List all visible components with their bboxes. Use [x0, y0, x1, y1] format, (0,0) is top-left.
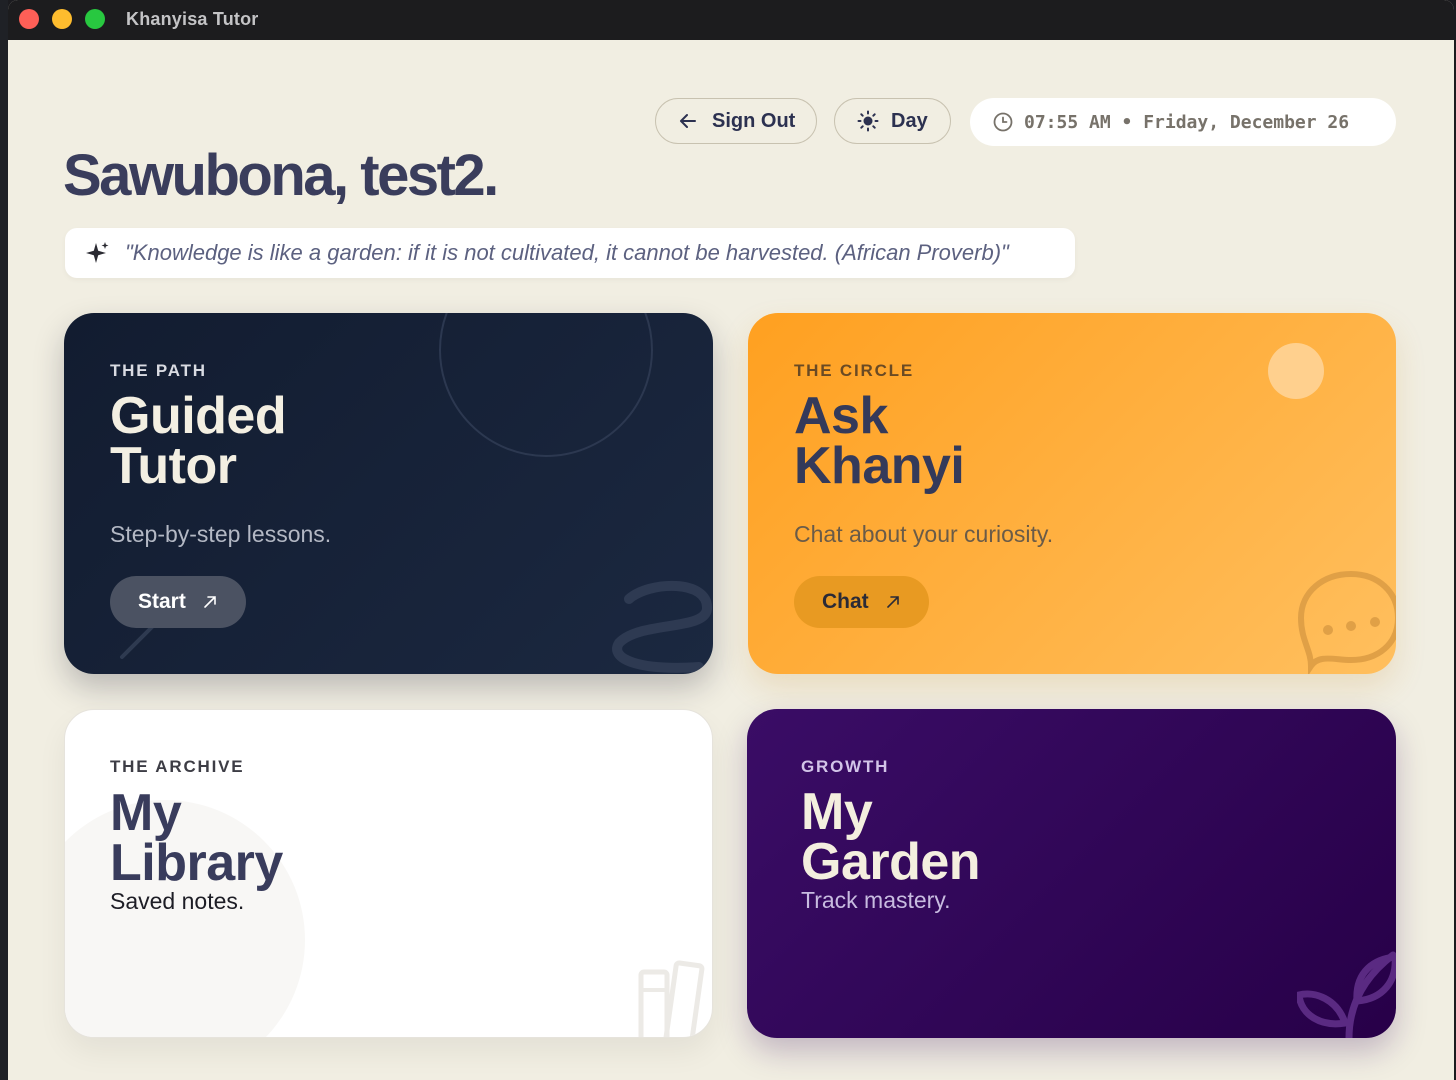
app-window: Khanyisa Tutor Sign Out Day 07:55 AM • F…	[8, 0, 1454, 1080]
card-subtitle: Track mastery.	[801, 887, 951, 913]
clock-display: 07:55 AM • Friday, December 26	[970, 98, 1396, 146]
theme-label: Day	[891, 109, 928, 132]
card-title: My Garden	[801, 783, 981, 891]
quote-text: "Knowledge is like a garden: if it is no…	[125, 240, 1009, 265]
card-title: Ask Khanyi	[794, 387, 965, 495]
chat-bubble-icon	[1297, 570, 1396, 674]
arrow-up-right-icon	[886, 596, 899, 608]
card-title: My Library	[110, 784, 283, 892]
minimize-window-button[interactable]	[52, 9, 72, 29]
chat-label: Chat	[822, 590, 869, 613]
plant-leaf-icon	[1297, 951, 1396, 1038]
maximize-window-button[interactable]	[85, 9, 105, 29]
arrow-up-right-icon	[204, 596, 216, 608]
sign-out-label: Sign Out	[712, 109, 796, 132]
my-library-card[interactable]: THE ARCHIVE My Library Saved notes.	[64, 709, 713, 1038]
sparkle-icon	[86, 242, 109, 263]
ask-khanyi-card[interactable]: THE CIRCLE Ask Khanyi Chat about your cur…	[748, 313, 1396, 674]
sun-icon	[857, 110, 879, 132]
my-garden-card[interactable]: GROWTH My Garden Track mastery.	[747, 709, 1396, 1038]
circle-decoration	[439, 313, 653, 457]
path-icon	[612, 580, 712, 673]
guided-tutor-card[interactable]: THE PATH Guided Tutor Step-by-step lesson…	[64, 313, 713, 674]
start-label: Start	[138, 590, 186, 613]
clock-icon	[993, 112, 1013, 132]
start-button[interactable]: Start	[110, 576, 246, 628]
close-window-button[interactable]	[19, 9, 39, 29]
quote-banner: "Knowledge is like a garden: if it is no…	[65, 228, 1075, 278]
sign-out-button[interactable]: Sign Out	[655, 98, 817, 144]
card-eyebrow: THE ARCHIVE	[110, 757, 245, 776]
card-eyebrow: GROWTH	[801, 757, 890, 776]
arrow-left-icon	[680, 114, 696, 128]
card-subtitle: Step-by-step lessons.	[110, 521, 332, 547]
card-subtitle: Chat about your curiosity.	[794, 521, 1054, 547]
chat-button[interactable]: Chat	[794, 576, 929, 628]
card-title: Guided Tutor	[110, 387, 287, 495]
sun-orb-decoration	[1268, 343, 1324, 399]
clock-text: 07:55 AM • Friday, December 26	[1024, 111, 1350, 133]
card-eyebrow: THE CIRCLE	[794, 361, 914, 380]
page-title: Sawubona, test2.	[63, 143, 499, 208]
window-title: Khanyisa Tutor	[126, 9, 259, 29]
card-eyebrow: THE PATH	[110, 361, 207, 380]
books-icon	[638, 960, 705, 1037]
title-bar: Khanyisa Tutor	[8, 0, 1454, 40]
background-editor-strip	[0, 0, 8, 1080]
theme-toggle-button[interactable]: Day	[834, 98, 951, 144]
card-subtitle: Saved notes.	[110, 888, 245, 914]
